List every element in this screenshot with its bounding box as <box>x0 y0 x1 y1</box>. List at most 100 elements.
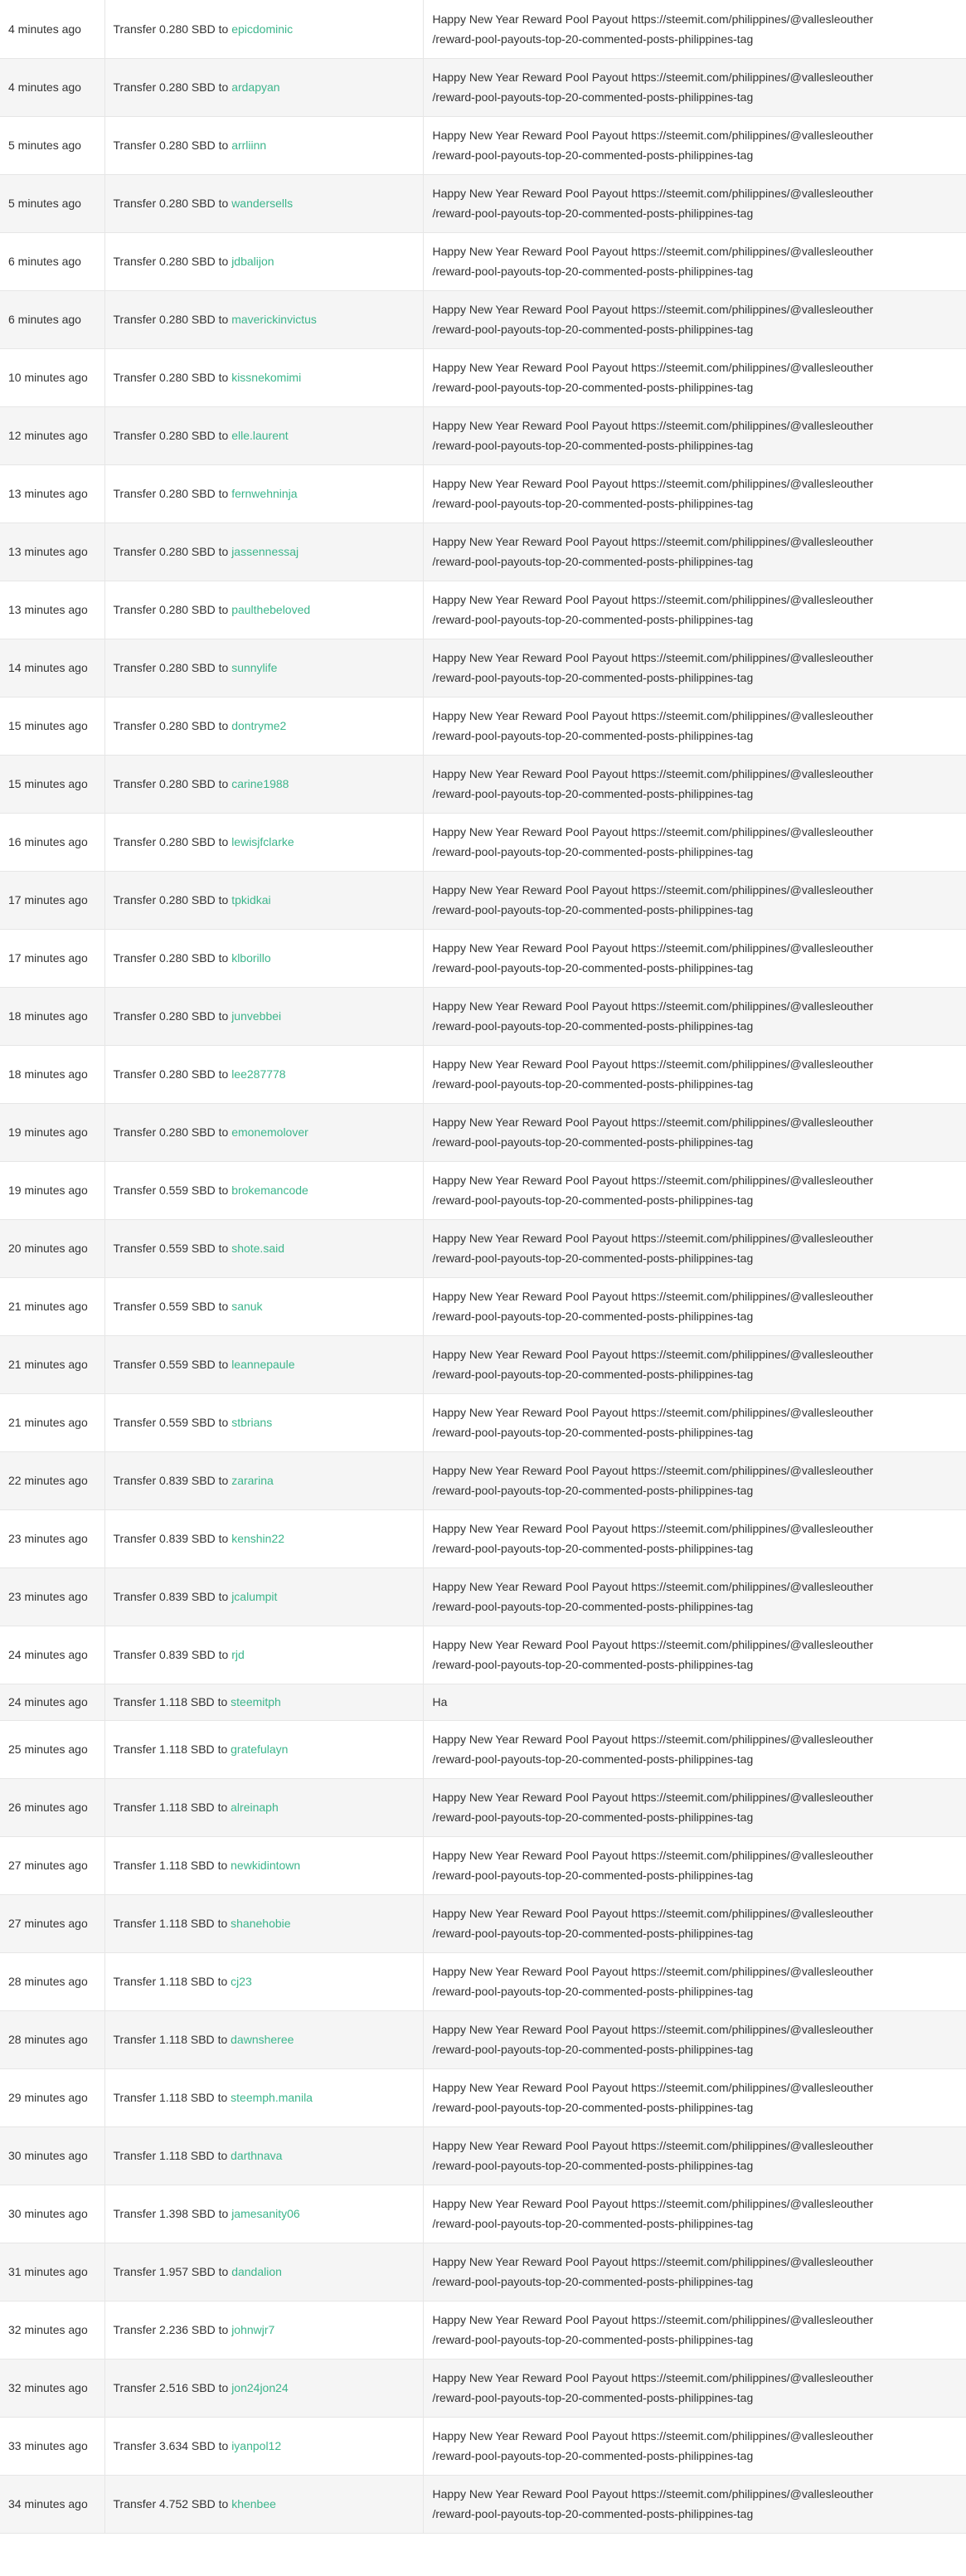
to-word: to <box>218 2381 229 2394</box>
recipient-link[interactable]: paulthebeloved <box>231 603 310 616</box>
memo-line-2: /reward-pool-payouts-top-20-commented-po… <box>432 497 754 510</box>
recipient-link[interactable]: emonemolover <box>231 1125 308 1139</box>
timestamp: 5 minutes ago <box>0 174 104 233</box>
transfer-amount: 0.559 SBD <box>159 1358 216 1371</box>
memo-line-2: /reward-pool-payouts-top-20-commented-po… <box>432 961 754 975</box>
transfer-amount: 0.280 SBD <box>159 80 216 94</box>
memo-cell: Happy New Year Reward Pool Payout https:… <box>422 2126 966 2185</box>
recipient-link[interactable]: dontryme2 <box>231 719 286 732</box>
transfer-word: Transfer <box>113 719 157 732</box>
operation-cell: Transfer 1.118 SBD to darthnava <box>104 2126 423 2185</box>
operation-cell: Transfer 0.559 SBD to stbrians <box>104 1393 423 1452</box>
recipient-link[interactable]: alreinaph <box>231 1801 279 1814</box>
to-word: to <box>218 2207 229 2220</box>
transfer-amount: 2.236 SBD <box>159 2323 216 2336</box>
transfer-word: Transfer <box>113 1358 157 1371</box>
recipient-link[interactable]: zararina <box>231 1474 274 1487</box>
memo-line-2: /reward-pool-payouts-top-20-commented-po… <box>432 32 754 46</box>
recipient-link[interactable]: wandersells <box>231 197 293 210</box>
recipient-link[interactable]: jdbalijon <box>231 255 274 268</box>
recipient-link[interactable]: klborillo <box>231 951 270 965</box>
recipient-link[interactable]: kenshin22 <box>231 1532 284 1545</box>
recipient-link[interactable]: lewisjfclarke <box>231 835 294 848</box>
transfer-amount: 0.280 SBD <box>159 429 216 442</box>
recipient-link[interactable]: newkidintown <box>231 1859 300 1872</box>
to-word: to <box>218 1067 229 1081</box>
memo-line-1: Happy New Year Reward Pool Payout https:… <box>432 709 874 722</box>
operation-cell: Transfer 0.280 SBD to junvebbei <box>104 987 423 1046</box>
memo-line-2: /reward-pool-payouts-top-20-commented-po… <box>432 2275 754 2288</box>
timestamp: 13 minutes ago <box>0 522 104 581</box>
transfer-word: Transfer <box>113 1742 157 1756</box>
recipient-link[interactable]: steemitph <box>231 1695 281 1708</box>
table-row: 18 minutes ago Transfer 0.280 SBD to lee… <box>0 1045 966 1104</box>
memo-cell: Happy New Year Reward Pool Payout https:… <box>422 1393 966 1452</box>
memo-line-2: /reward-pool-payouts-top-20-commented-po… <box>432 903 754 916</box>
memo-cell: Happy New Year Reward Pool Payout https:… <box>422 987 966 1046</box>
memo-line-1: Happy New Year Reward Pool Payout https:… <box>432 1464 874 1477</box>
memo-line-1: Happy New Year Reward Pool Payout https:… <box>432 651 874 664</box>
recipient-link[interactable]: shanehobie <box>231 1917 290 1930</box>
recipient-link[interactable]: sanuk <box>231 1300 262 1313</box>
transfer-amount: 0.280 SBD <box>159 371 216 384</box>
timestamp: 4 minutes ago <box>0 58 104 117</box>
recipient-link[interactable]: junvebbei <box>231 1009 281 1023</box>
recipient-link[interactable]: rjd <box>231 1648 245 1661</box>
to-word: to <box>217 2149 228 2162</box>
recipient-link[interactable]: jamesanity06 <box>231 2207 300 2220</box>
recipient-link[interactable]: jon24jon24 <box>231 2381 289 2394</box>
recipient-link[interactable]: ardapyan <box>231 80 279 94</box>
transfer-word: Transfer <box>113 2265 157 2278</box>
recipient-link[interactable]: brokemancode <box>231 1184 308 1197</box>
recipient-link[interactable]: jassennessaj <box>231 545 299 558</box>
recipient-link[interactable]: tpkidkai <box>231 893 270 906</box>
memo-line-1: Happy New Year Reward Pool Payout https:… <box>432 1965 874 1978</box>
recipient-link[interactable]: khenbee <box>231 2497 276 2510</box>
recipient-link[interactable]: steemph.manila <box>231 2091 313 2104</box>
memo-line-2: /reward-pool-payouts-top-20-commented-po… <box>432 2391 754 2404</box>
operation-cell: Transfer 1.118 SBD to shanehobie <box>104 1894 423 1953</box>
timestamp: 18 minutes ago <box>0 987 104 1046</box>
recipient-link[interactable]: dawnsheree <box>231 2033 294 2046</box>
timestamp: 16 minutes ago <box>0 813 104 872</box>
recipient-link[interactable]: johnwjr7 <box>231 2323 274 2336</box>
operation-cell: Transfer 0.280 SBD to lee287778 <box>104 1045 423 1104</box>
to-word: to <box>218 1532 229 1545</box>
memo-line-1: Happy New Year Reward Pool Payout https:… <box>432 2023 874 2036</box>
recipient-link[interactable]: lee287778 <box>231 1067 285 1081</box>
recipient-link[interactable]: elle.laurent <box>231 429 289 442</box>
recipient-link[interactable]: arrliinn <box>231 139 266 152</box>
table-row: 30 minutes ago Transfer 1.118 SBD to dar… <box>0 2126 966 2185</box>
recipient-link[interactable]: cj23 <box>231 1975 252 1988</box>
recipient-link[interactable]: carine1988 <box>231 777 289 790</box>
recipient-link[interactable]: leannepaule <box>231 1358 294 1371</box>
recipient-link[interactable]: fernwehninja <box>231 487 297 500</box>
recipient-link[interactable]: sunnylife <box>231 661 277 674</box>
recipient-link[interactable]: gratefulayn <box>231 1742 288 1756</box>
memo-line-1: Happy New Year Reward Pool Payout https:… <box>432 477 874 490</box>
recipient-link[interactable]: stbrians <box>231 1416 272 1429</box>
timestamp: 13 minutes ago <box>0 581 104 639</box>
memo-cell: Happy New Year Reward Pool Payout https:… <box>422 1045 966 1104</box>
memo-line-1: Happy New Year Reward Pool Payout https:… <box>432 883 874 897</box>
recipient-link[interactable]: shote.said <box>231 1242 284 1255</box>
transfer-word: Transfer <box>113 1801 157 1814</box>
transfer-word: Transfer <box>113 1474 157 1487</box>
timestamp: 32 minutes ago <box>0 2301 104 2360</box>
transfer-word: Transfer <box>113 2149 157 2162</box>
to-word: to <box>218 1358 229 1371</box>
to-word: to <box>217 2091 228 2104</box>
operation-cell: Transfer 0.280 SBD to maverickinvictus <box>104 290 423 349</box>
recipient-link[interactable]: iyanpol12 <box>231 2439 281 2452</box>
recipient-link[interactable]: darthnava <box>231 2149 282 2162</box>
recipient-link[interactable]: kissnekomimi <box>231 371 301 384</box>
transfer-word: Transfer <box>113 2207 157 2220</box>
timestamp: 24 minutes ago <box>0 1626 104 1684</box>
memo-line-2: /reward-pool-payouts-top-20-commented-po… <box>432 2043 754 2056</box>
memo-line-2: /reward-pool-payouts-top-20-commented-po… <box>432 1752 754 1766</box>
transfer-amount: 1.118 SBD <box>159 1801 215 1814</box>
recipient-link[interactable]: jcalumpit <box>231 1590 277 1603</box>
recipient-link[interactable]: dandalion <box>231 2265 282 2278</box>
recipient-link[interactable]: epicdominic <box>231 22 293 36</box>
recipient-link[interactable]: maverickinvictus <box>231 313 317 326</box>
